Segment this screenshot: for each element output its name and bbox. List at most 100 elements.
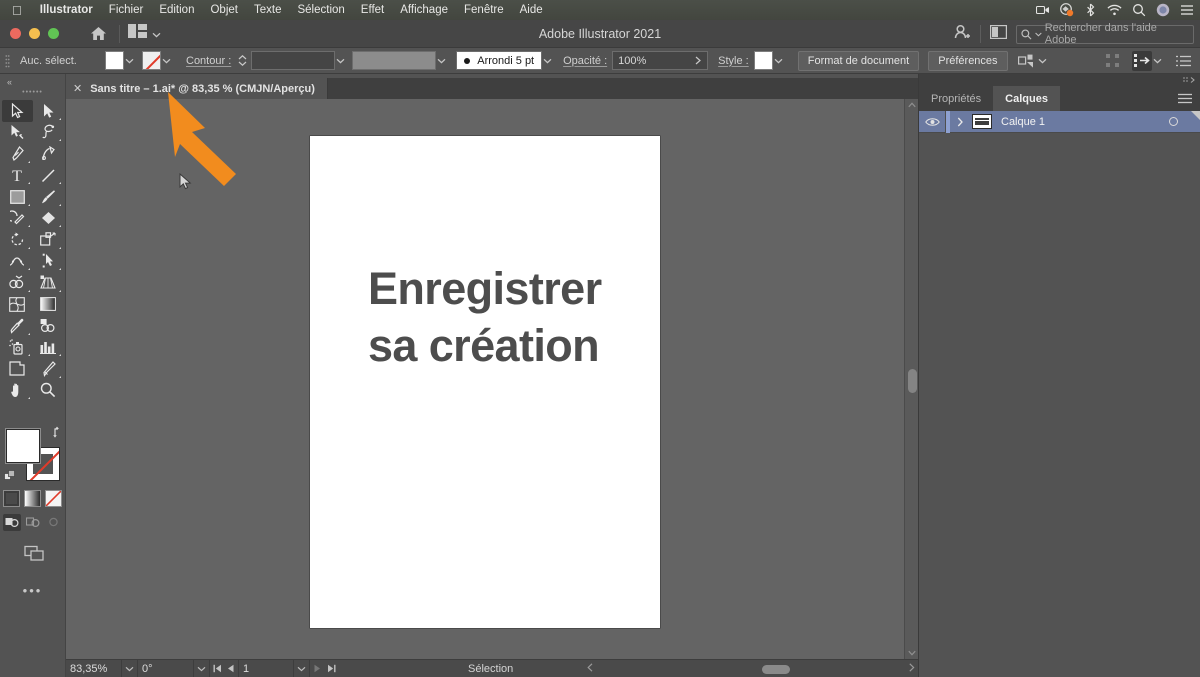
type-tool[interactable]: T [2, 165, 33, 187]
chevron-down-icon[interactable] [152, 25, 161, 43]
minimize-window-button[interactable] [29, 28, 40, 39]
align-objects-icon[interactable] [1103, 51, 1123, 71]
transform-icon[interactable] [1017, 51, 1037, 71]
distribute-spacing-icon[interactable] [1132, 51, 1152, 71]
canvas-vertical-scrollbar[interactable] [904, 99, 918, 659]
opacity-input[interactable]: 100% [612, 51, 708, 70]
brush-chevron-down-icon[interactable] [542, 48, 553, 74]
horizontal-scroll-thumb[interactable] [762, 665, 790, 674]
artboard-chevron-down-icon[interactable] [294, 660, 310, 677]
gradient-tool[interactable] [33, 294, 64, 316]
mesh-tool[interactable] [2, 294, 33, 316]
color-mode-icon[interactable] [3, 490, 20, 507]
stroke-weight-input[interactable] [251, 51, 335, 70]
scroll-right-icon[interactable] [908, 663, 915, 675]
line-segment-tool[interactable] [33, 165, 64, 187]
tab-calques[interactable]: Calques [993, 86, 1060, 111]
zoom-chevron-down-icon[interactable] [122, 660, 138, 677]
panel-menu-icon[interactable] [1178, 86, 1192, 111]
draw-behind-icon[interactable] [24, 514, 42, 531]
scale-tool[interactable] [33, 229, 64, 251]
menu-item-selection[interactable]: Sélection [289, 4, 352, 16]
control-center-icon[interactable] [1179, 3, 1194, 18]
zoom-level-input[interactable]: 83,35% [66, 660, 122, 677]
layer-name[interactable]: Calque 1 [1001, 116, 1045, 128]
slice-tool[interactable] [33, 358, 64, 380]
chevron-right-icon[interactable] [950, 117, 970, 127]
menu-item-illustrator[interactable]: Illustrator [32, 4, 101, 16]
symbol-sprayer-tool[interactable] [2, 337, 33, 359]
hand-tool[interactable] [2, 380, 33, 402]
apple-logo-icon[interactable]:  [8, 4, 32, 17]
panel-options-icon[interactable] [1173, 51, 1193, 71]
preferences-button[interactable]: Préférences [928, 51, 1007, 71]
brush-definition-select[interactable]: Arrondi 5 pt [456, 51, 542, 70]
canvas-horizontal-scrollbar[interactable] [586, 660, 918, 677]
rotate-tool[interactable] [2, 229, 33, 251]
none-mode-icon[interactable] [45, 490, 62, 507]
maximize-window-button[interactable] [48, 28, 59, 39]
artboard-text-object[interactable]: Enregistrer sa création [368, 261, 602, 374]
gradient-mode-icon[interactable] [24, 490, 41, 507]
default-fill-stroke-icon[interactable] [4, 470, 17, 483]
pen-tool[interactable] [2, 143, 33, 165]
shape-builder-tool[interactable] [2, 272, 33, 294]
toolbar-drag-handle[interactable]: •••••• [0, 87, 65, 100]
vertical-scroll-thumb[interactable] [908, 369, 917, 393]
control-bar-drag-handle[interactable] [0, 48, 14, 74]
account-add-icon[interactable] [953, 23, 971, 46]
free-transform-tool[interactable] [33, 251, 64, 273]
first-artboard-icon[interactable] [210, 660, 224, 677]
screen-record-icon[interactable] [1035, 3, 1050, 18]
blend-tool[interactable] [33, 315, 64, 337]
rectangle-tool[interactable] [2, 186, 33, 208]
siri-icon[interactable] [1155, 3, 1170, 18]
spotlight-search-icon[interactable] [1131, 3, 1146, 18]
menu-item-aide[interactable]: Aide [512, 4, 551, 16]
document-tab[interactable]: ✕ Sans titre – 1.ai* @ 83,35 % (CMJN/Ape… [66, 78, 328, 99]
menu-item-edition[interactable]: Edition [151, 4, 202, 16]
menu-item-effet[interactable]: Effet [353, 4, 392, 16]
paintbrush-tool[interactable] [33, 186, 64, 208]
document-setup-button[interactable]: Format de document [798, 51, 920, 71]
draw-normal-icon[interactable] [3, 514, 21, 531]
selection-tool[interactable] [2, 100, 33, 122]
eraser-tool[interactable] [33, 208, 64, 230]
perspective-grid-tool[interactable] [33, 272, 64, 294]
fill-color-proxy[interactable] [6, 429, 40, 463]
curvature-tool[interactable] [33, 143, 64, 165]
column-graph-tool[interactable] [33, 337, 64, 359]
width-tool[interactable] [2, 251, 33, 273]
menu-item-fichier[interactable]: Fichier [101, 4, 152, 16]
stroke-profile-preview[interactable] [352, 51, 436, 70]
last-artboard-icon[interactable] [324, 660, 338, 677]
rotation-chevron-down-icon[interactable] [194, 660, 210, 677]
stroke-none-swatch[interactable] [142, 51, 161, 70]
edit-toolbar-icon[interactable]: ••• [0, 583, 65, 598]
scroll-up-icon[interactable] [905, 99, 918, 111]
distribute-chevron-down-icon[interactable] [1152, 48, 1163, 74]
canvas-area[interactable]: Enregistrer sa création [66, 99, 918, 659]
style-chevron-down-icon[interactable] [773, 48, 784, 74]
stroke-weight-chevron-down-icon[interactable] [335, 48, 346, 74]
wifi-icon[interactable] [1107, 3, 1122, 18]
search-input[interactable]: Rechercher dans l'aide Adobe [1016, 25, 1194, 44]
prev-artboard-icon[interactable] [224, 660, 238, 677]
close-icon[interactable]: ✕ [73, 82, 82, 95]
scroll-down-icon[interactable] [905, 647, 918, 659]
close-window-button[interactable] [10, 28, 21, 39]
direct-selection-tool[interactable] [33, 100, 64, 122]
transform-chevron-down-icon[interactable] [1037, 48, 1048, 74]
eyedropper-tool[interactable] [2, 315, 33, 337]
menu-item-affichage[interactable]: Affichage [392, 4, 456, 16]
target-circle-icon[interactable] [1169, 117, 1178, 126]
scroll-left-icon[interactable] [587, 663, 594, 675]
draw-inside-icon[interactable] [45, 514, 63, 531]
eye-icon[interactable] [919, 117, 945, 127]
artboard-number-input[interactable]: 1 [238, 660, 294, 677]
menu-item-texte[interactable]: Texte [246, 4, 290, 16]
layer-row[interactable]: Calque 1 [919, 111, 1200, 133]
lasso-tool[interactable] [33, 122, 64, 144]
zoom-tool[interactable] [33, 380, 64, 402]
workspace-switcher-icon[interactable] [990, 25, 1007, 44]
